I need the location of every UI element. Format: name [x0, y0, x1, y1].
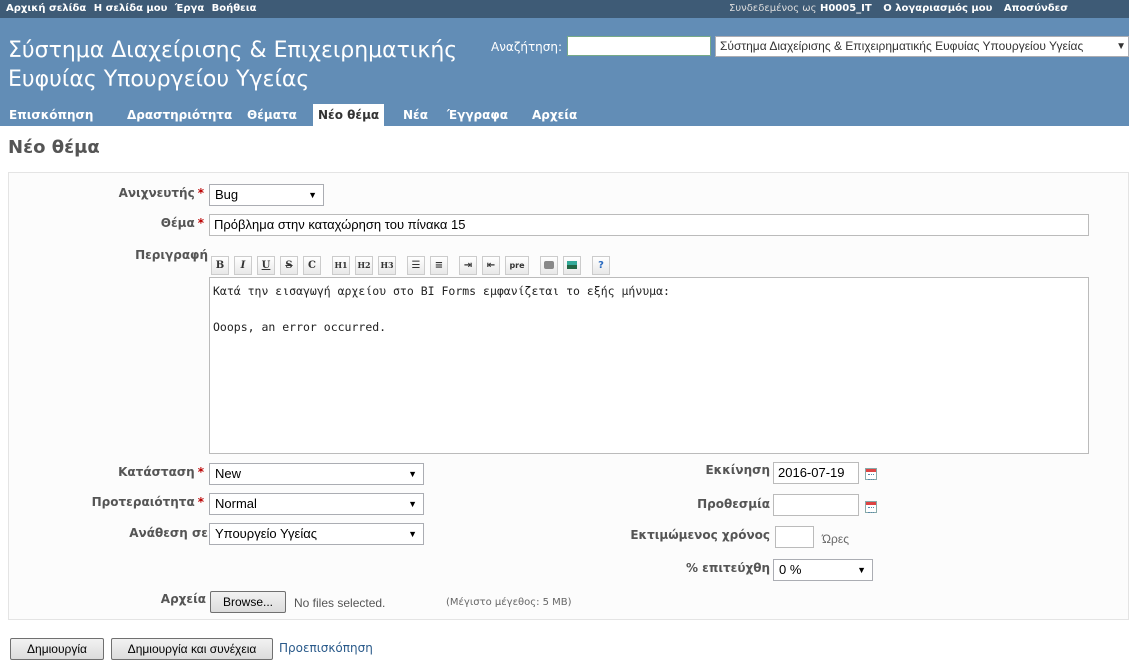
- top-menu-projects-link[interactable]: Έργα: [175, 3, 204, 14]
- due-date-label: Προθεσμία: [697, 497, 770, 511]
- tracker-select-value: Bug: [215, 187, 239, 202]
- tab-files[interactable]: Αρχεία: [527, 104, 582, 126]
- heading2-button[interactable]: H2: [355, 256, 373, 275]
- required-mark: *: [197, 465, 204, 479]
- tab-overview[interactable]: Επισκόπηση: [4, 104, 98, 126]
- description-textarea[interactable]: Κατά την εισαγωγή αρχείου στο BI Forms ε…: [209, 277, 1089, 454]
- subject-label-text: Θέμα: [160, 216, 195, 230]
- hours-unit: Ώρες: [822, 532, 849, 546]
- chevron-down-icon: ▼: [408, 529, 417, 539]
- subject-label: Θέμα *: [60, 216, 204, 230]
- chevron-down-icon: ▼: [408, 469, 417, 479]
- chevron-down-icon: ▼: [408, 499, 417, 509]
- preformatted-button[interactable]: pre: [505, 256, 529, 275]
- tab-news[interactable]: Νέα: [398, 104, 433, 126]
- unordered-list-icon[interactable]: ☰: [407, 256, 425, 275]
- files-label: Αρχεία: [160, 592, 206, 606]
- tab-documents[interactable]: Έγγραφα: [442, 104, 513, 126]
- tracker-label: Ανιχνευτής *: [60, 186, 204, 200]
- required-mark: *: [197, 186, 204, 200]
- top-menu-help-link[interactable]: Βοήθεια: [212, 3, 257, 14]
- top-menu-left: Αρχική σελίδα Η σελίδα μου Έργα Βοήθεια: [6, 3, 261, 14]
- assignee-label: Ανάθεση σε: [129, 526, 208, 540]
- tab-new-issue[interactable]: Νέο θέμα: [313, 104, 385, 126]
- chevron-down-icon: ▼: [857, 565, 866, 575]
- estimated-time-label: Εκτιμώμενος χρόνος: [630, 528, 770, 542]
- top-menu-my-page-link[interactable]: Η σελίδα μου: [94, 3, 168, 14]
- help-icon[interactable]: ?: [592, 256, 610, 275]
- indent-icon[interactable]: ⇥: [459, 256, 477, 275]
- underline-button[interactable]: U: [257, 256, 275, 275]
- preview-link[interactable]: Προεπισκόπηση: [279, 641, 373, 655]
- top-menu: Αρχική σελίδα Η σελίδα μου Έργα Βοήθεια …: [0, 0, 1129, 18]
- browse-button[interactable]: Browse...: [210, 591, 286, 613]
- italic-button[interactable]: I: [234, 256, 252, 275]
- tracker-select[interactable]: Bug ▼: [209, 184, 324, 206]
- tab-issues[interactable]: Θέματα: [242, 104, 302, 126]
- max-size-hint: (Μέγιστο μέγεθος: 5 MB): [446, 597, 572, 608]
- due-date-input[interactable]: [773, 494, 859, 516]
- ordered-list-icon[interactable]: ≡: [430, 256, 448, 275]
- assignee-select[interactable]: Υπουργείο Υγείας ▼: [209, 523, 424, 545]
- chevron-down-icon: ▼: [1116, 41, 1126, 52]
- search-input[interactable]: [567, 36, 711, 56]
- image-icon[interactable]: [563, 256, 581, 275]
- project-title: Σύστημα Διαχείρισης & Επιχειρηματικής Ευ…: [8, 38, 458, 92]
- top-menu-right: Συνδεδεμένος ως H0005_IT Ο λογαριασμός μ…: [729, 3, 1068, 14]
- subject-input[interactable]: Πρόβλημα στην καταχώρηση του πίνακα 15: [209, 214, 1089, 236]
- project-jump-value: Σύστημα Διαχείρισης & Επιχειρηματικής Ευ…: [720, 39, 1084, 53]
- estimated-time-input[interactable]: [775, 526, 814, 548]
- search-label: Αναζήτηση:: [491, 40, 563, 54]
- link-icon[interactable]: [540, 256, 558, 275]
- priority-select-value: Normal: [215, 496, 257, 511]
- inline-code-button[interactable]: C: [303, 256, 321, 275]
- calendar-icon[interactable]: [865, 501, 877, 513]
- tab-activity[interactable]: Δραστηριότητα: [122, 104, 237, 126]
- header: Σύστημα Διαχείρισης & Επιχειρηματικής Ευ…: [0, 18, 1129, 104]
- status-select[interactable]: New ▼: [209, 463, 424, 485]
- start-date-label: Εκκίνηση: [705, 463, 770, 477]
- page-title: Νέο θέμα: [8, 137, 100, 158]
- logged-in-prefix: Συνδεδεμένος ως: [729, 3, 817, 14]
- project-jump-select[interactable]: Σύστημα Διαχείρισης & Επιχειρηματικής Ευ…: [715, 36, 1129, 57]
- required-mark: *: [197, 495, 204, 509]
- description-label: Περιγραφή: [135, 248, 208, 262]
- calendar-icon[interactable]: [865, 468, 877, 480]
- logged-in-user-link[interactable]: H0005_IT: [820, 3, 872, 14]
- my-account-link[interactable]: Ο λογαριασμός μου: [883, 3, 992, 14]
- priority-select[interactable]: Normal ▼: [209, 493, 424, 515]
- priority-label-text: Προτεραιότητα: [91, 495, 195, 509]
- priority-label: Προτεραιότητα *: [60, 495, 204, 509]
- start-date-input[interactable]: 2016-07-19: [773, 462, 859, 484]
- status-label: Κατάσταση *: [60, 465, 204, 479]
- bold-button[interactable]: B: [211, 256, 229, 275]
- required-mark: *: [197, 216, 204, 230]
- status-label-text: Κατάσταση: [118, 465, 195, 479]
- status-select-value: New: [215, 466, 242, 481]
- assignee-select-value: Υπουργείο Υγείας: [215, 526, 317, 541]
- outdent-icon[interactable]: ⇤: [482, 256, 500, 275]
- main-menu: Επισκόπηση Δραστηριότητα Θέματα Νέο θέμα…: [0, 104, 1129, 126]
- done-ratio-value: 0 %: [779, 562, 802, 577]
- heading1-button[interactable]: H1: [332, 256, 350, 275]
- chevron-down-icon: ▼: [308, 190, 317, 200]
- done-ratio-label: % επιτεύχθη: [685, 561, 770, 575]
- heading3-button[interactable]: H3: [378, 256, 396, 275]
- top-menu-home-link[interactable]: Αρχική σελίδα: [6, 3, 86, 14]
- logout-link[interactable]: Αποσύνδεσ: [1004, 3, 1068, 14]
- tracker-label-text: Ανιχνευτής: [118, 186, 195, 200]
- done-ratio-select[interactable]: 0 % ▼: [773, 559, 873, 581]
- no-files-text: No files selected.: [294, 596, 386, 610]
- strikethrough-button[interactable]: S: [280, 256, 298, 275]
